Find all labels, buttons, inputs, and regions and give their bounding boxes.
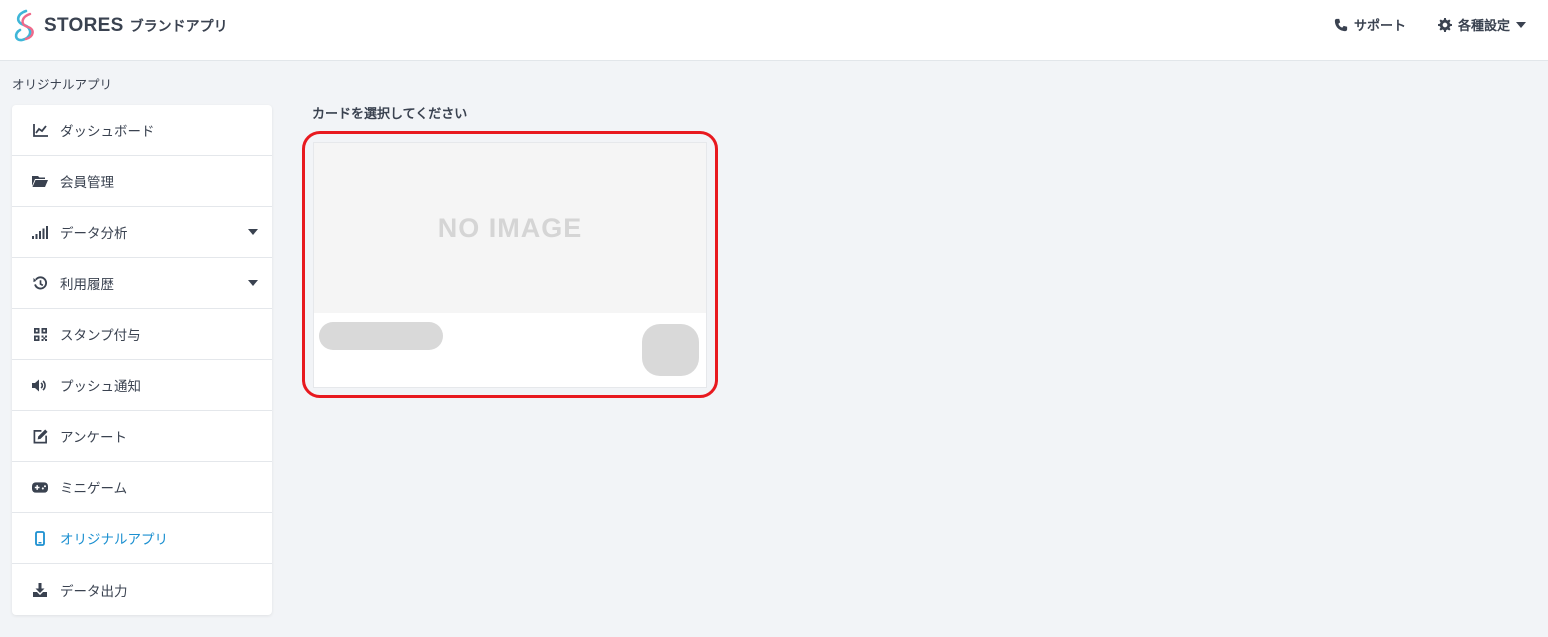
- sidebar-item-label: データ出力: [60, 583, 128, 600]
- header-actions: サポート 各種設定: [1334, 15, 1532, 34]
- sidebar-item-data-export[interactable]: データ出力: [12, 564, 272, 615]
- sidebar-item-label: アンケート: [60, 430, 127, 446]
- sidebar-item-label: ミニゲーム: [60, 481, 128, 497]
- sidebar-item-members[interactable]: 会員管理: [12, 156, 272, 207]
- card-selection-highlight[interactable]: NO IMAGE: [302, 131, 718, 398]
- sidebar-item-label: データ分析: [60, 226, 128, 242]
- brand-subtitle: ブランドアプリ: [129, 19, 228, 35]
- edit-icon: [32, 428, 48, 444]
- sidebar-item-label: 利用履歴: [60, 277, 114, 293]
- card-image-placeholder: NO IMAGE: [314, 143, 706, 313]
- caret-down-icon: [248, 229, 258, 235]
- settings-label: 各種設定: [1457, 19, 1510, 34]
- caret-down-icon: [1516, 21, 1526, 28]
- sidebar-item-minigame[interactable]: ミニゲーム: [12, 462, 272, 513]
- chart-line-icon: [32, 122, 48, 138]
- sidebar-item-label: スタンプ付与: [60, 328, 141, 344]
- card-icon-skeleton: [642, 324, 699, 376]
- folder-open-icon: [32, 173, 48, 189]
- support-link[interactable]: サポート: [1334, 15, 1406, 34]
- sidebar-item-label: プッシュ通知: [60, 379, 141, 395]
- card-title-skeleton: [319, 322, 443, 350]
- history-icon: [32, 275, 48, 291]
- stores-logo-icon: [14, 9, 34, 42]
- phone-icon: [1334, 18, 1348, 31]
- sidebar-item-label: ダッシュボード: [60, 124, 155, 140]
- stores-logo[interactable]: STORES ブランドアプリ: [10, 7, 228, 45]
- no-image-text: NO IMAGE: [437, 212, 583, 243]
- volume-icon: [32, 377, 48, 393]
- settings-menu[interactable]: 各種設定: [1437, 15, 1532, 34]
- signal-bars-icon: [32, 224, 48, 240]
- card-option[interactable]: NO IMAGE: [313, 142, 707, 388]
- gear-icon: [1437, 17, 1452, 32]
- section-title: カードを選択してください: [312, 107, 468, 122]
- sidebar-item-usage-history[interactable]: 利用履歴: [12, 258, 272, 309]
- sidebar-item-stamp[interactable]: スタンプ付与: [12, 309, 272, 360]
- top-header: STORES ブランドアプリ サポート 各種設定: [0, 0, 1548, 61]
- sidebar-item-push-notification[interactable]: プッシュ通知: [12, 360, 272, 411]
- sidebar-item-label: 会員管理: [60, 175, 114, 191]
- caret-down-icon: [248, 280, 258, 286]
- sidebar-nav: ダッシュボード 会員管理 データ分析 利用履歴 スタンプ付与 プッシュ通知 アン…: [12, 105, 272, 615]
- support-label: サポート: [1353, 19, 1406, 34]
- sidebar-item-data-analysis[interactable]: データ分析: [12, 207, 272, 258]
- mobile-icon: [32, 530, 48, 546]
- gamepad-icon: [32, 479, 48, 495]
- sidebar-item-survey[interactable]: アンケート: [12, 411, 272, 462]
- brand-wordmark: STORES: [44, 15, 124, 36]
- breadcrumb: オリジナルアプリ: [12, 77, 113, 92]
- download-icon: [32, 582, 48, 598]
- qrcode-icon: [32, 326, 48, 342]
- sidebar-item-dashboard[interactable]: ダッシュボード: [12, 105, 272, 156]
- sidebar-item-label: オリジナルアプリ: [60, 532, 168, 548]
- sidebar-item-original-app[interactable]: オリジナルアプリ: [12, 513, 272, 564]
